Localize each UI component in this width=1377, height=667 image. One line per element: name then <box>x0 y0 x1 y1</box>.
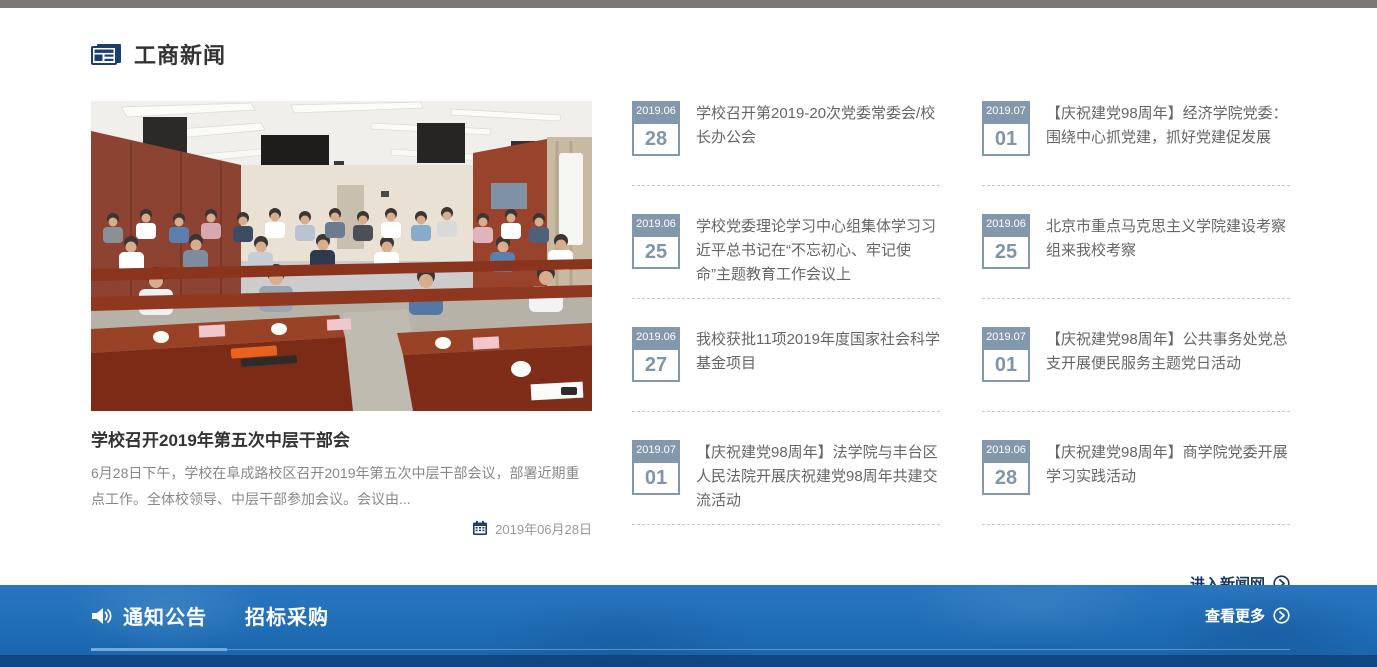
date-day: 28 <box>632 122 680 156</box>
date-badge: 2019.06 25 <box>632 214 680 269</box>
notice-bar: 通知公告 招标采购 查看更多 <box>0 585 1377 667</box>
date-month: 2019.06 <box>632 327 680 348</box>
news-title[interactable]: 学校党委理论学习中心组集体学习习近平总书记在“不忘初心、牢记使命”主题教育工作会… <box>696 214 940 287</box>
date-day: 01 <box>632 461 680 495</box>
notice-bar-inner: 通知公告 招标采购 查看更多 <box>0 585 1377 630</box>
date-month: 2019.06 <box>982 214 1030 235</box>
arrow-circle-icon <box>1273 575 1290 585</box>
news-section: 工商新闻 <box>0 8 1377 585</box>
date-day: 01 <box>982 348 1030 382</box>
date-day: 25 <box>632 235 680 269</box>
news-item[interactable]: 2019.06 25 学校党委理论学习中心组集体学习习近平总书记在“不忘初心、牢… <box>632 214 940 299</box>
news-item[interactable]: 2019.07 01 【庆祝建党98周年】法学院与丰台区人民法院开展庆祝建党98… <box>632 440 940 525</box>
speaker-icon <box>91 606 113 626</box>
date-day: 28 <box>982 461 1030 495</box>
date-day: 27 <box>632 348 680 382</box>
news-title[interactable]: 【庆祝建党98周年】公共事务处党总支开展便民服务主题党日活动 <box>1046 327 1290 376</box>
news-title[interactable]: 学校召开第2019-20次党委常委会/校长办公会 <box>696 101 940 150</box>
featured-date-row: 2019年06月28日 <box>91 519 592 538</box>
featured-title[interactable]: 学校召开2019年第五次中层干部会 <box>91 426 592 451</box>
tab-notices-label[interactable]: 通知公告 <box>123 601 207 630</box>
date-badge: 2019.06 27 <box>632 327 680 382</box>
news-item[interactable]: 2019.07 01 【庆祝建党98周年】经济学院党委：围绕中心抓党建，抓好党建… <box>982 101 1290 186</box>
news-title[interactable]: 【庆祝建党98周年】商学院党委开展学习实践活动 <box>1046 440 1290 489</box>
date-badge: 2019.06 28 <box>632 101 680 156</box>
date-month: 2019.06 <box>982 440 1030 461</box>
top-divider-strip <box>0 0 1377 8</box>
date-month: 2019.06 <box>632 214 680 235</box>
news-title[interactable]: 【庆祝建党98周年】法学院与丰台区人民法院开展庆祝建党98周年共建交流活动 <box>696 440 940 513</box>
arrow-circle-icon <box>1273 607 1290 624</box>
news-item[interactable]: 2019.06 25 北京市重点马克思主义学院建设考察组来我校考察 <box>982 214 1290 299</box>
section-header: 工商新闻 <box>91 8 1290 70</box>
date-day: 25 <box>982 235 1030 269</box>
date-badge: 2019.07 01 <box>982 327 1030 382</box>
date-badge: 2019.07 01 <box>632 440 680 495</box>
featured-news-photo[interactable] <box>91 101 592 411</box>
date-badge: 2019.07 01 <box>982 101 1030 156</box>
view-more-label[interactable]: 查看更多 <box>1205 605 1265 626</box>
notice-tabs: 通知公告 招标采购 <box>91 601 329 630</box>
news-title[interactable]: 【庆祝建党98周年】经济学院党委：围绕中心抓党建，抓好党建促发展 <box>1046 101 1290 150</box>
featured-article: 学校召开2019年第五次中层干部会 6月28日下午，学校在阜成路校区召开2019… <box>91 101 592 553</box>
calendar-icon <box>472 520 488 536</box>
tab-bidding[interactable]: 招标采购 <box>245 601 329 630</box>
enter-news-link[interactable]: 进入新闻网 <box>91 573 1290 585</box>
date-month: 2019.07 <box>632 440 680 461</box>
date-day: 01 <box>982 122 1030 156</box>
news-item[interactable]: 2019.06 28 学校召开第2019-20次党委常委会/校长办公会 <box>632 101 940 186</box>
featured-excerpt: 6月28日下午，学校在阜成路校区召开2019年第五次中层干部会议，部署近期重点工… <box>91 461 592 513</box>
view-more-link[interactable]: 查看更多 <box>1205 605 1290 626</box>
enter-news-label[interactable]: 进入新闻网 <box>1190 573 1265 585</box>
news-list-left: 2019.06 28 学校召开第2019-20次党委常委会/校长办公会 2019… <box>632 101 940 553</box>
date-month: 2019.06 <box>632 101 680 122</box>
news-list-right: 2019.07 01 【庆祝建党98周年】经济学院党委：围绕中心抓党建，抓好党建… <box>982 101 1290 553</box>
news-title[interactable]: 我校获批11项2019年度国家社会科学基金项目 <box>696 327 940 376</box>
date-badge: 2019.06 28 <box>982 440 1030 495</box>
news-columns: 学校召开2019年第五次中层干部会 6月28日下午，学校在阜成路校区召开2019… <box>91 101 1290 553</box>
tab-notices[interactable]: 通知公告 <box>91 601 207 630</box>
active-tab-underline <box>91 648 227 651</box>
date-month: 2019.07 <box>982 101 1030 122</box>
news-item[interactable]: 2019.06 27 我校获批11项2019年度国家社会科学基金项目 <box>632 327 940 412</box>
news-item[interactable]: 2019.06 28 【庆祝建党98周年】商学院党委开展学习实践活动 <box>982 440 1290 525</box>
section-title: 工商新闻 <box>134 38 226 70</box>
news-title[interactable]: 北京市重点马克思主义学院建设考察组来我校考察 <box>1046 214 1290 263</box>
featured-date: 2019年06月28日 <box>495 519 592 538</box>
tab-bidding-label[interactable]: 招标采购 <box>245 601 329 630</box>
date-badge: 2019.06 25 <box>982 214 1030 269</box>
tab-underline-track <box>91 649 1290 650</box>
date-month: 2019.07 <box>982 327 1030 348</box>
news-item[interactable]: 2019.07 01 【庆祝建党98周年】公共事务处党总支开展便民服务主题党日活… <box>982 327 1290 412</box>
newspaper-icon <box>91 42 121 66</box>
